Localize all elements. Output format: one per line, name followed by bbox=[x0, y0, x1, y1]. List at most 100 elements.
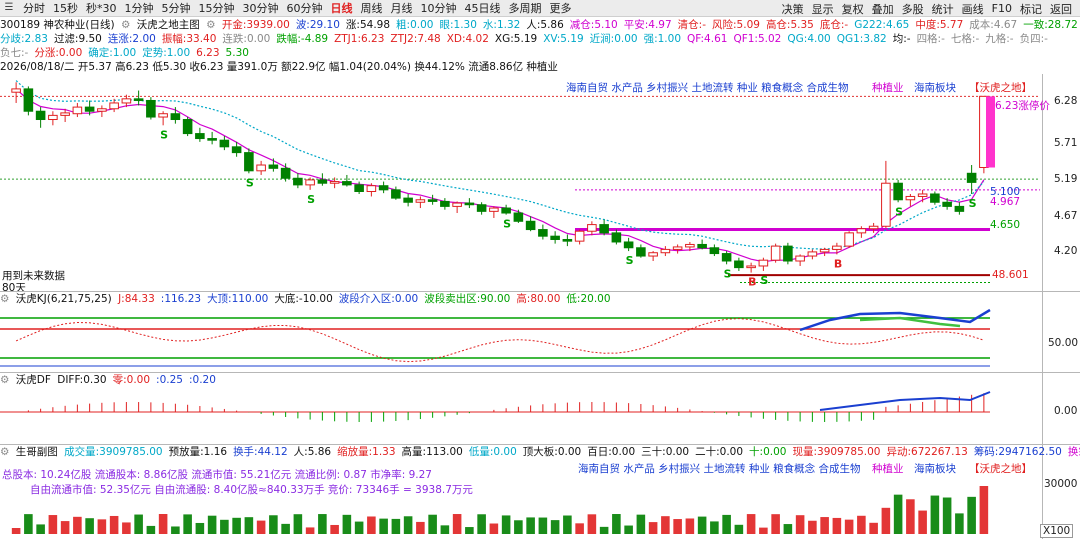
sector-concepts: 海南自贸 水产品 乡村振兴 土地流转 种业 粮食概念 合成生物 bbox=[566, 82, 849, 94]
volume-bar bbox=[636, 514, 646, 534]
candle-body bbox=[636, 247, 646, 257]
sell-signal-marker: S bbox=[724, 267, 732, 280]
candle-body bbox=[60, 112, 70, 116]
volume-bar bbox=[11, 528, 21, 534]
sector-tag: 海南板块 bbox=[914, 463, 956, 475]
volume-bar bbox=[759, 527, 768, 534]
df-title[interactable]: 沃虎DF bbox=[16, 374, 51, 386]
vol-values: 成交量:3909785.00 预放量:1.16 换手:44.12 人:5.86 缩放量:… bbox=[64, 446, 1080, 458]
volume-bar bbox=[146, 525, 156, 534]
indicator-key: 低量: bbox=[468, 446, 494, 458]
sell-signal-marker: S bbox=[246, 176, 254, 189]
df-values: DIFF:0.30 零:0.00:0.25:0.20 bbox=[57, 374, 222, 386]
vol-title[interactable]: 生哥副图 bbox=[16, 446, 58, 458]
indicator-value: 缩放量:1.33 bbox=[337, 446, 398, 458]
zoom-label[interactable]: X100 bbox=[1040, 524, 1074, 538]
indicator-key: : bbox=[188, 374, 193, 386]
indicator-value: 零:0.00 bbox=[113, 374, 153, 386]
volume-bar bbox=[893, 494, 903, 534]
sector-tag: 种植业 bbox=[872, 82, 904, 94]
indicator-number: 0.00 bbox=[126, 374, 151, 386]
candle-body bbox=[305, 179, 315, 186]
volume-bar bbox=[550, 520, 560, 534]
price-marker: 4.650 bbox=[990, 219, 1021, 231]
indicator-value: 大顶:110.00 bbox=[207, 293, 271, 305]
indicator-key: 零: bbox=[112, 374, 127, 386]
indicator-key: 波段介入区: bbox=[338, 293, 395, 305]
df-panel-header: ⚙ 沃虎DF DIFF:0.30 零:0.00:0.25:0.20 bbox=[0, 373, 1080, 387]
price-axis-divider bbox=[1042, 74, 1043, 539]
vol-panel-header: ⚙ 生哥副图 成交量:3909785.00 预放量:1.16 换手:44.12 人:5… bbox=[0, 445, 1080, 459]
candle-body bbox=[819, 248, 830, 253]
candle-body bbox=[525, 220, 536, 231]
indicator-number: 0.20 bbox=[192, 374, 216, 386]
candle-body bbox=[280, 167, 291, 179]
candle-body bbox=[427, 199, 438, 202]
indicator-key: 人: bbox=[293, 446, 308, 458]
indicator-number: 20.00 bbox=[580, 293, 611, 305]
indicator-number: 3909785.00 bbox=[817, 446, 881, 458]
volume-bar bbox=[869, 522, 878, 534]
indicator-value: 二十:0.00 bbox=[695, 446, 746, 458]
indicator-value: 换手:44.12 bbox=[233, 446, 291, 458]
candle-body bbox=[342, 181, 352, 186]
candle-body bbox=[881, 182, 891, 227]
candle-body bbox=[195, 133, 205, 140]
volume-bar bbox=[318, 514, 327, 534]
candle-body bbox=[807, 251, 818, 257]
volume-bar bbox=[489, 523, 499, 534]
volume-bar bbox=[232, 517, 241, 534]
candle-body bbox=[746, 265, 756, 269]
volume-bar bbox=[795, 515, 805, 534]
candle-body bbox=[391, 189, 401, 199]
candle-body bbox=[133, 98, 144, 101]
candle-body bbox=[268, 164, 279, 169]
indicator-number: 0.00 bbox=[719, 446, 744, 458]
settings-icon[interactable]: ⚙ bbox=[0, 374, 9, 386]
volume-bar bbox=[256, 520, 266, 534]
indicator-number: 0.30 bbox=[83, 374, 107, 386]
indicator-key: 高: bbox=[516, 293, 531, 305]
candle-body bbox=[452, 202, 462, 207]
candle-body bbox=[660, 248, 671, 254]
indicator-key: 异动: bbox=[886, 446, 912, 458]
volume-bar bbox=[73, 516, 82, 534]
candle-body bbox=[97, 108, 107, 112]
candle-body bbox=[966, 172, 977, 183]
indicator-key: 二十: bbox=[695, 446, 720, 458]
candle-body bbox=[538, 229, 548, 237]
candle-body bbox=[905, 195, 916, 201]
indicator-value: J:84.33 bbox=[118, 293, 158, 305]
candle-body bbox=[868, 225, 879, 230]
volume-bar bbox=[440, 525, 450, 534]
candle-body bbox=[917, 193, 928, 197]
indicator-value: 顶大板:0.00 bbox=[523, 446, 584, 458]
price-axis-label: 5.19 bbox=[1054, 173, 1078, 185]
kj-panel-header: ⚙ 沃虎KJ(6,21,75,25) J:84.33:116.23 大顶:110.… bbox=[0, 292, 1080, 306]
volume-bar bbox=[734, 524, 744, 534]
indicator-number: 90.00 bbox=[480, 293, 511, 305]
volume-bar bbox=[685, 518, 695, 534]
indicator-number: 44.12 bbox=[257, 446, 288, 458]
indicator-number: 0.00 bbox=[763, 446, 787, 458]
indicator-key: 三十: bbox=[641, 446, 666, 458]
candle-body bbox=[550, 235, 560, 240]
volume-bar bbox=[134, 514, 143, 534]
volume-bar bbox=[955, 513, 964, 534]
candle-body bbox=[256, 164, 266, 172]
indicator-value: 百日:0.00 bbox=[587, 446, 638, 458]
settings-icon[interactable]: ⚙ bbox=[0, 446, 9, 458]
indicator-number: 0.25 bbox=[159, 374, 183, 386]
indicator-value: 筹码:2947162.50 bbox=[974, 446, 1065, 458]
candle-body bbox=[513, 212, 524, 222]
kj-title[interactable]: 沃虎KJ(6,21,75,25) bbox=[16, 293, 112, 305]
volume-bar bbox=[428, 514, 437, 534]
volume-bar bbox=[36, 524, 45, 534]
volume-bar bbox=[416, 521, 425, 534]
settings-icon[interactable]: ⚙ bbox=[0, 293, 9, 305]
volume-bar bbox=[403, 516, 413, 534]
candle-body bbox=[121, 98, 132, 104]
candle-body bbox=[770, 245, 781, 261]
volume-bar bbox=[881, 507, 891, 534]
sell-signal-marker: S bbox=[307, 193, 315, 206]
